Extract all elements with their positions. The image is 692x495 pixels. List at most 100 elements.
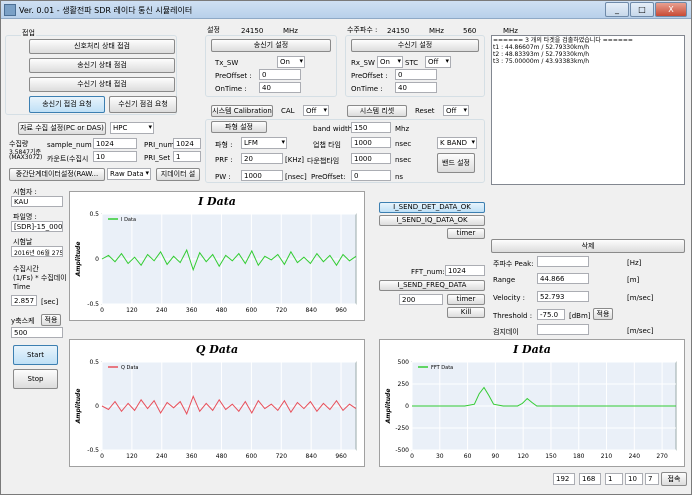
kill-button[interactable]: Kill: [447, 307, 485, 318]
tx-setting-button[interactable]: 송신기 설정: [211, 39, 331, 52]
sample-num-input[interactable]: 1024: [93, 138, 137, 149]
stop-button[interactable]: Stop: [13, 369, 58, 389]
tx-freq-label: 설정: [207, 26, 220, 34]
system-calibration-button[interactable]: 시스템 Calibration: [211, 105, 273, 117]
waveform-setting-button[interactable]: 파형 설정: [211, 121, 267, 133]
delete-button[interactable]: 삭제: [491, 239, 685, 253]
counter-input[interactable]: 10: [93, 151, 137, 162]
cal-select[interactable]: Off: [303, 105, 329, 116]
chart-svg: 0 120 240 360 480 600 720 840 9600.50-0.5I DataA…: [75, 195, 357, 314]
x-tick-label: 120: [126, 307, 138, 314]
ip-octet-2[interactable]: 168: [579, 473, 601, 485]
band-setting-button[interactable]: 밴드 설정: [437, 153, 475, 173]
detect-data-input[interactable]: [537, 324, 589, 335]
connect-button[interactable]: 접속: [661, 472, 687, 486]
y-scale-apply-button[interactable]: 적용: [41, 314, 61, 326]
collect-time-input[interactable]: 2.857: [11, 295, 37, 306]
minimize-button[interactable]: _: [605, 2, 629, 17]
i-data-chart: 0 120 240 360 480 600 720 840 960 0.5 0 -0.5 I Data A…: [69, 191, 365, 321]
sample-num-label: sample_num :: [47, 141, 97, 149]
window-title: Ver. 0.01 - 생활전파 SDR 레이다 통신 시뮬레이터: [19, 6, 193, 15]
tx-check-request-button[interactable]: 송신기 접검 요청: [29, 96, 105, 113]
tx-sw-select[interactable]: On: [277, 56, 305, 68]
start-button[interactable]: Start: [13, 345, 58, 365]
ip-octet-3[interactable]: 1: [605, 473, 623, 485]
detection-log[interactable]: ====== 3 개의 타겟을 검출하였습니다 ====== t1 : 44.8…: [491, 35, 685, 185]
down-chirp-input[interactable]: 1000: [351, 153, 391, 164]
collect-source-select[interactable]: HPC: [110, 122, 154, 134]
threshold-input[interactable]: -75.0: [537, 309, 565, 320]
data-file-setting-button[interactable]: 지데이터 설: [156, 168, 200, 181]
chart-title: Q Data: [196, 343, 238, 356]
fft-timer-input[interactable]: 200: [399, 294, 443, 305]
waveform-select[interactable]: LFM: [241, 137, 287, 149]
chart-title: I Data: [512, 343, 551, 356]
fft-timer-button[interactable]: timer: [447, 294, 485, 305]
date-input[interactable]: 2016년 06월 275: [11, 246, 63, 257]
waveform-label: 파형 :: [215, 141, 233, 149]
range-input[interactable]: 44.866: [537, 273, 589, 284]
send-freq-data-button[interactable]: I_SEND_FREQ_DATA: [379, 280, 485, 291]
x-tick-label: 720: [276, 453, 288, 460]
fft-num-label: FFT_num:: [411, 268, 445, 276]
close-button[interactable]: X: [655, 2, 687, 17]
x-tick-label: 210: [601, 453, 613, 460]
rx-setting-button[interactable]: 수신기 설정: [351, 39, 479, 52]
threshold-apply-button[interactable]: 적용: [593, 308, 613, 320]
rx-ontime-input[interactable]: 40: [395, 82, 437, 93]
rx-sw-select[interactable]: On: [377, 56, 403, 68]
data-collect-setting-button[interactable]: 자료 수집 설정(PC or DAS): [18, 122, 106, 135]
collect-time-sub1: (1/Fs) * 수집데이: [13, 274, 67, 282]
rx-stc-select[interactable]: Off: [425, 56, 451, 68]
pri-num-input[interactable]: 1024: [173, 138, 201, 149]
fft-num-input[interactable]: 1024: [445, 265, 485, 276]
ip-octet-1[interactable]: 192: [553, 473, 575, 485]
prf-input[interactable]: 20: [241, 153, 283, 164]
maximize-button[interactable]: □: [630, 2, 654, 17]
peak-input[interactable]: [537, 256, 589, 267]
send-iq-data-button[interactable]: I_SEND_IQ_DATA_OK: [379, 215, 485, 226]
tx-ontime-label: OnTime :: [215, 85, 247, 93]
system-reset-button[interactable]: 시스템 리셋: [347, 105, 407, 117]
tx-preoffset-input[interactable]: 0: [259, 69, 301, 80]
fft-data-chart: 0 30 60 90 120 150 180 210 240 270 500 250 0 -250 -500…: [379, 339, 685, 467]
signal-status-check-button[interactable]: 신호처리 상태 접검: [29, 39, 175, 54]
x-tick-label: 360: [186, 453, 198, 460]
tx-status-check-button[interactable]: 송신기 상태 점검: [29, 58, 175, 73]
x-tick-label: 0: [100, 453, 104, 460]
tx-ontime-input[interactable]: 40: [259, 82, 301, 93]
rx-check-request-button[interactable]: 수신기 점검 요청: [109, 96, 177, 113]
prf-unit: [KHz]: [285, 156, 304, 164]
y-tick-label: -250: [395, 425, 409, 432]
ip-octet-5[interactable]: 7: [645, 473, 659, 485]
iq-timer-button[interactable]: timer: [447, 228, 485, 239]
x-tick-label: 150: [545, 453, 557, 460]
rx-status-check-button[interactable]: 수신기 상태 접검: [29, 77, 175, 92]
bandwidth-input[interactable]: 150: [351, 122, 391, 133]
y-scale-input[interactable]: 500: [11, 327, 63, 338]
log-line: t2 : 48.83393m / 52.79330km/h: [493, 51, 590, 58]
rx-freq-label: 수주파수 :: [347, 26, 378, 34]
stage-data-setting-button[interactable]: 중간단계데이터설정(RAW...: [9, 168, 105, 181]
rx-ontime-label: OnTime :: [351, 85, 383, 93]
band-select[interactable]: K BAND: [437, 137, 477, 149]
stage-data-select[interactable]: Raw Data: [107, 168, 151, 180]
rx-preoffset-input[interactable]: 0: [395, 69, 437, 80]
surveyor-input[interactable]: KAU: [11, 196, 63, 207]
app-icon: [4, 4, 16, 16]
up-chirp-input[interactable]: 1000: [351, 137, 391, 148]
reset-select[interactable]: Off: [443, 105, 469, 116]
rx-sw-label: Rx_SW: [351, 59, 375, 67]
y-tick-label: 250: [398, 381, 410, 388]
send-det-data-button[interactable]: I_SEND_DET_DATA_OK: [379, 202, 485, 213]
filename-input[interactable]: [SDR]-15_0001: [11, 221, 63, 232]
pw-label: PW :: [215, 173, 231, 181]
velocity-input[interactable]: 52.793: [537, 291, 589, 302]
x-tick-label: 270: [656, 453, 668, 460]
pw-input[interactable]: 1000: [241, 170, 283, 181]
ip-octet-4[interactable]: 10: [625, 473, 643, 485]
pri-set-input[interactable]: 1: [173, 151, 201, 162]
preoffset-unit: ns: [395, 173, 404, 181]
preoffset-input[interactable]: 0: [351, 170, 391, 181]
tx-freq-unit: MHz: [283, 27, 298, 35]
